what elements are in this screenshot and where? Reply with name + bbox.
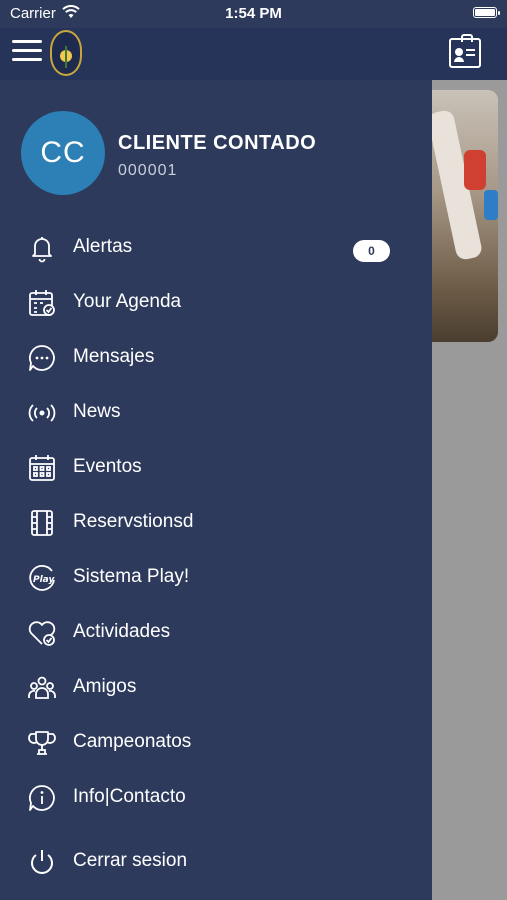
- menu-item-reservstionsd[interactable]: Reservstionsd: [0, 497, 432, 547]
- menu-item-label: Sistema Play!: [73, 566, 190, 587]
- club-logo: [50, 30, 82, 76]
- calendar-grid-icon: [29, 455, 55, 481]
- user-code: 000001: [118, 162, 178, 179]
- id-card-icon[interactable]: [449, 34, 481, 68]
- calendar-check-icon: [29, 290, 55, 316]
- status-bar: Carrier 1:54 PM: [0, 0, 507, 28]
- menu-item-label: Amigos: [73, 676, 137, 697]
- menu-item-alertas[interactable]: Alertas 0: [0, 222, 432, 272]
- broadcast-icon: [28, 404, 56, 422]
- menu-item-label: Actividades: [73, 621, 171, 642]
- battery-icon: [473, 7, 500, 18]
- film-strip-icon: [31, 510, 53, 536]
- alert-count-badge: 0: [353, 240, 390, 262]
- user-name: CLIENTE CONTADO: [118, 132, 317, 154]
- app-header: [0, 28, 507, 80]
- menu-item-label: Mensajes: [73, 346, 155, 367]
- menu-item-mensajes[interactable]: Mensajes: [0, 332, 432, 382]
- power-icon: [31, 850, 53, 874]
- background-photo[interactable]: [432, 90, 498, 342]
- menu-item-actividades[interactable]: Actividades: [0, 607, 432, 657]
- svg-text:Play: Play: [33, 575, 55, 585]
- menu-item-your-agenda[interactable]: Your Agenda: [0, 277, 432, 327]
- menu-item-label: Cerrar sesion: [73, 850, 188, 871]
- bell-icon: [32, 237, 52, 263]
- chat-bubble-icon: [29, 345, 55, 371]
- menu-item-sistema-play[interactable]: Play Sistema Play!: [0, 552, 432, 602]
- menu-item-label: Campeonatos: [73, 731, 192, 752]
- menu-item-amigos[interactable]: Amigos: [0, 662, 432, 712]
- menu-item-cerrar-sesion[interactable]: Cerrar sesion: [0, 836, 432, 886]
- clock: 1:54 PM: [225, 5, 282, 22]
- group-icon: [28, 676, 56, 699]
- play-logo-icon: Play: [29, 565, 55, 591]
- menu-item-eventos[interactable]: Eventos: [0, 442, 432, 492]
- info-chat-icon: [29, 785, 55, 811]
- menu-item-news[interactable]: News: [0, 387, 432, 437]
- menu-item-label: Reservstionsd: [73, 511, 194, 532]
- menu-item-label: Info|Contacto: [73, 786, 186, 807]
- hamburger-menu-icon[interactable]: [12, 40, 42, 62]
- trophy-icon: [28, 731, 56, 755]
- avatar[interactable]: CC: [21, 111, 105, 195]
- menu-item-info-contacto[interactable]: Info|Contacto: [0, 772, 432, 822]
- menu-item-label: Alertas: [73, 236, 133, 257]
- menu-item-label: Your Agenda: [73, 291, 182, 312]
- menu-item-label: Eventos: [73, 456, 142, 477]
- menu-item-label: News: [73, 401, 121, 422]
- heart-check-icon: [28, 621, 56, 646]
- side-drawer: CC CLIENTE CONTADO 000001 Alertas 0 Your…: [0, 80, 432, 900]
- menu-item-campeonatos[interactable]: Campeonatos: [0, 717, 432, 767]
